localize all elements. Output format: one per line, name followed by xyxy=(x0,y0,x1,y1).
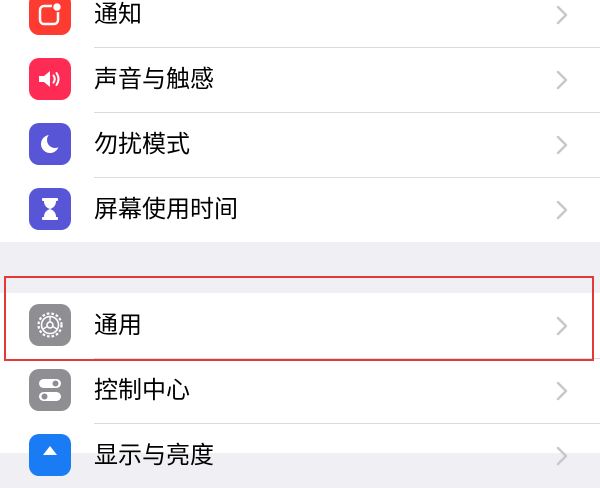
general-label: 通用 xyxy=(94,311,142,339)
chevron-right-icon xyxy=(556,5,568,25)
notifications-label: 通知 xyxy=(94,0,142,28)
settings-group-1: 通知 声音与触感 勿扰模式 屏幕使用时间 xyxy=(0,0,600,242)
chevron-right-icon xyxy=(556,381,568,401)
settings-row-notifications[interactable]: 通知 xyxy=(0,0,600,47)
screen-time-label: 屏幕使用时间 xyxy=(94,195,238,223)
sounds-label: 声音与触感 xyxy=(94,65,214,93)
settings-row-control-center[interactable]: 控制中心 xyxy=(0,358,600,423)
display-label: 显示与亮度 xyxy=(94,441,214,469)
settings-row-do-not-disturb[interactable]: 勿扰模式 xyxy=(0,112,600,177)
do-not-disturb-label: 勿扰模式 xyxy=(94,130,190,158)
chevron-right-icon xyxy=(556,200,568,220)
settings-group-2: 通用 控制中心 显示与亮度 xyxy=(0,293,600,476)
notifications-icon xyxy=(29,0,71,35)
chevron-right-icon xyxy=(556,135,568,155)
settings-row-display[interactable]: 显示与亮度 xyxy=(0,423,600,488)
settings-row-screen-time[interactable]: 屏幕使用时间 xyxy=(0,177,600,242)
toggles-icon xyxy=(29,369,71,411)
chevron-right-icon xyxy=(556,446,568,466)
settings-row-sounds[interactable]: 声音与触感 xyxy=(0,47,600,112)
moon-icon xyxy=(29,123,71,165)
display-icon xyxy=(29,434,71,476)
chevron-right-icon xyxy=(556,70,568,90)
control-center-label: 控制中心 xyxy=(94,376,190,404)
gear-icon xyxy=(29,304,71,346)
hourglass-icon xyxy=(29,188,71,230)
speaker-icon xyxy=(29,58,71,100)
settings-row-general[interactable]: 通用 xyxy=(0,293,600,358)
chevron-right-icon xyxy=(556,316,568,336)
